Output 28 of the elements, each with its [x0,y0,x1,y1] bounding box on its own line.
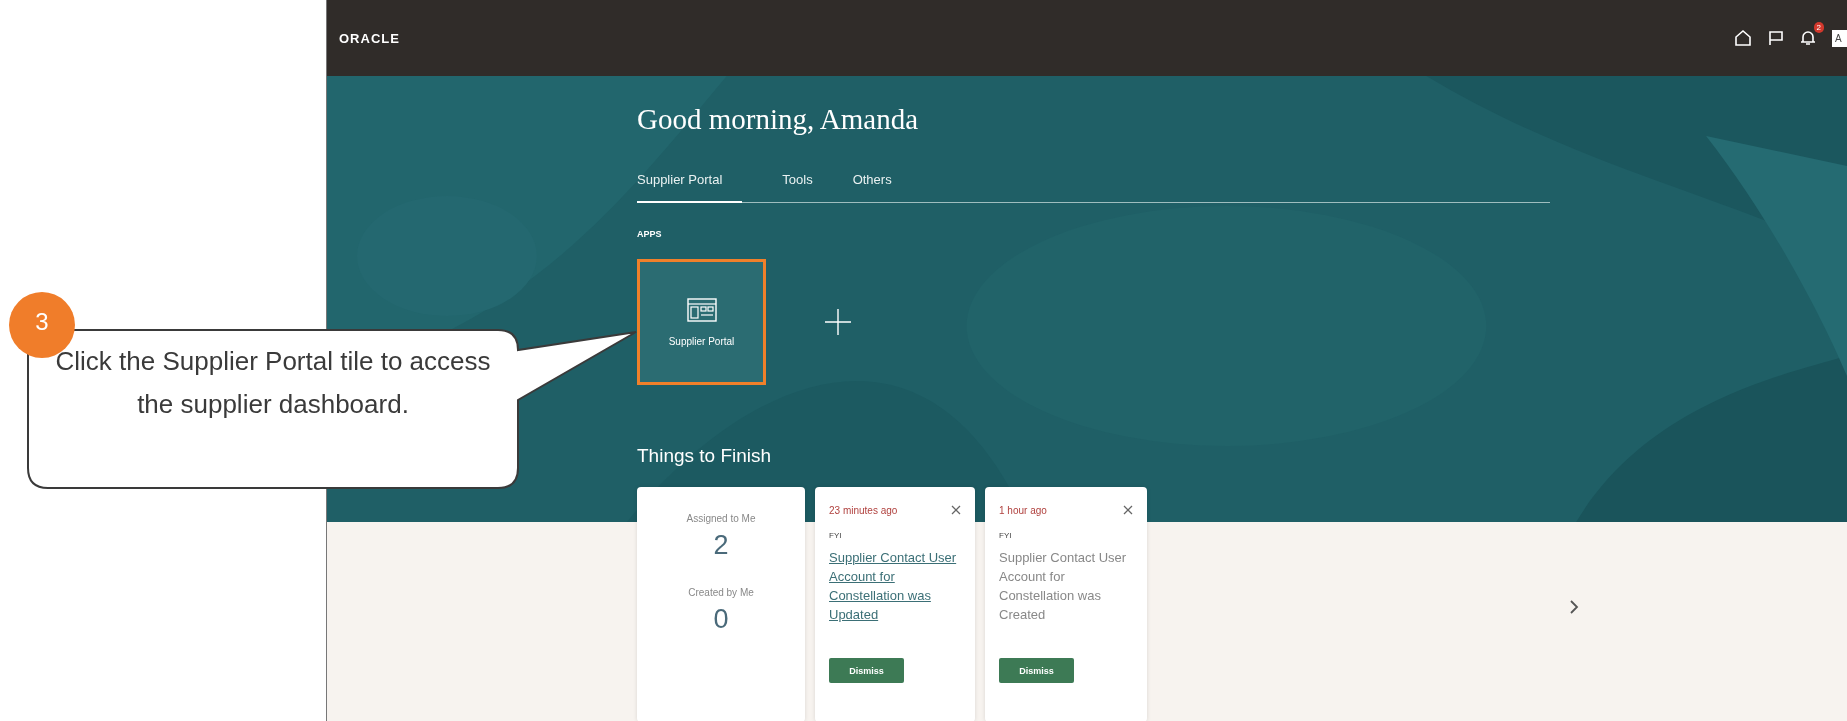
app-tile[interactable]: Supplier Portal [637,259,766,385]
timestamp: 1 hour ago [999,504,1047,516]
dismiss-button[interactable]: Dismiss [999,658,1074,683]
bell-icon[interactable] [1800,29,1816,47]
dismiss-button[interactable]: Dismiss [829,658,904,683]
notification-type: FYI [829,531,842,540]
notification-badge: 2 [1813,22,1824,33]
section-label: APPS [637,229,662,239]
tab[interactable]: Tools [782,166,813,203]
card-label: Assigned to Me [686,513,756,524]
logo[interactable]: ORACLE [339,30,400,46]
greeting-heading: Good morning, Amanda [637,102,919,136]
card-label: Created by Me [688,587,754,598]
notification-link[interactable]: Supplier Contact User Account for Constellation was Updated [829,548,961,648]
tab[interactable]: Others [852,166,892,203]
notification-title: Supplier Contact User Account for Constellation was Created [999,549,1128,624]
count[interactable]: 2 [713,530,729,561]
tab[interactable]: Supplier Portal [637,166,743,203]
count[interactable]: 0 [713,604,729,635]
home-icon[interactable] [1734,29,1752,47]
notification-type: FYI [999,531,1012,540]
timestamp: 23 minutes ago [829,504,898,516]
section-heading: Things to Finish [637,445,772,467]
add-icon[interactable] [824,308,852,336]
user-avatar[interactable]: A [1832,29,1847,47]
dashboard-icon [686,297,717,322]
chevron-right-icon[interactable] [1569,600,1579,614]
flag-icon[interactable] [1768,30,1784,46]
